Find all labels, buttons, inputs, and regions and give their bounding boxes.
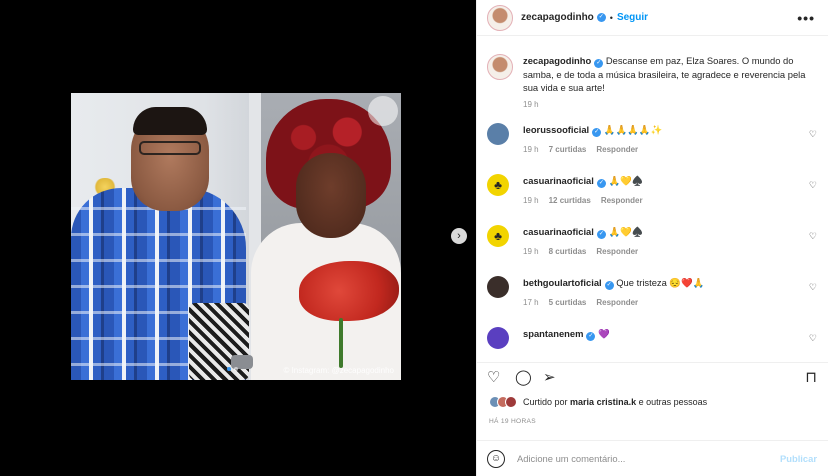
carousel-dots (227, 367, 238, 371)
comment-time: 17 h (523, 298, 539, 307)
comment-avatar[interactable]: ♣ (487, 174, 509, 196)
post-header: zecapagodinho ✓ • Seguir ••• (477, 0, 828, 36)
verified-badge-icon: ✓ (594, 59, 604, 68)
comment-username[interactable]: spantanenem (523, 328, 583, 339)
follow-button[interactable]: Seguir (617, 12, 648, 23)
reply-button[interactable]: Responder (596, 247, 638, 256)
comment-time: 19 h (523, 247, 539, 256)
caption: zecapagodinho ✓ Descanse em paz, Elza Soa… (477, 44, 828, 109)
verified-badge-icon: ✓ (604, 281, 614, 290)
comment-item: bethgoulartoficial ✓ Que tristeza 😔❤️🙏 17… (477, 276, 828, 327)
heart-icon[interactable]: ♡ (809, 231, 817, 242)
comment-item: ♣ casuarinaoficial ✓ 🙏💛♠️ 19 h 8 curtidas R… (477, 225, 828, 276)
caption-body: zecapagodinho ✓ Descanse em paz, Elza Soa… (523, 54, 815, 94)
heart-icon[interactable]: ♡ (809, 129, 817, 140)
comment-time: 19 h (523, 145, 539, 154)
photo-glasses (139, 141, 201, 155)
comment-text: 🙏💛♠️ (608, 226, 644, 237)
comment-text: 💜 (598, 328, 610, 339)
post-timestamp[interactable]: HÁ 19 HORAS (489, 418, 536, 425)
comment-likes[interactable]: 12 curtidas (549, 196, 591, 205)
header-separator: • (609, 12, 613, 23)
likes-user[interactable]: maria cristina.k (570, 397, 636, 407)
comment-likes[interactable]: 8 curtidas (549, 247, 587, 256)
photo-rose-print (299, 261, 399, 321)
heart-icon[interactable]: ♡ (809, 180, 817, 191)
carousel-dot (234, 367, 238, 371)
action-bar: ♡ ◯ ➢ ⊓ (477, 362, 828, 390)
likes-text: Curtido por maria cristina.k e outras pe… (523, 397, 707, 407)
photo-rose-stem (339, 318, 343, 368)
comment-avatar[interactable]: ♣ (487, 225, 509, 247)
likes-summary: Curtido por maria cristina.k e outras pe… (489, 396, 707, 408)
verified-badge-icon: ✓ (596, 179, 606, 188)
instagram-post-modal: © Instagram: @zecapagodinho › zecapagodi… (0, 0, 828, 476)
comments-list[interactable]: zecapagodinho ✓ Descanse em paz, Elza Soa… (477, 44, 828, 360)
emoji-smiley-icon[interactable]: ☺ (487, 449, 505, 468)
photo-overlay-icon (368, 96, 398, 126)
comment-text: 🙏💛♠️ (608, 175, 644, 186)
comment-likes[interactable]: 5 curtidas (549, 298, 587, 307)
bookmark-icon[interactable]: ⊓ (805, 368, 817, 386)
publish-button[interactable]: Publicar (780, 453, 817, 464)
share-paper-plane-icon[interactable]: ➢ (543, 368, 556, 386)
comment-text: Que tristeza 😔❤️🙏 (616, 277, 705, 288)
more-options-icon[interactable]: ••• (797, 10, 815, 26)
comment-time: 19 h (523, 196, 539, 205)
photo-woman-face (296, 153, 366, 238)
comment-item: ♣ casuarinaoficial ✓ 🙏💛♠️ 19 h 12 curtidas… (477, 174, 828, 225)
heart-icon[interactable]: ♡ (809, 282, 817, 293)
comment-username[interactable]: leorussooficial (523, 124, 589, 135)
caption-avatar[interactable] (487, 54, 513, 80)
comment-username[interactable]: casuarinaoficial (523, 226, 594, 237)
verified-badge-icon: ✓ (586, 332, 596, 341)
media-area: © Instagram: @zecapagodinho › (0, 0, 476, 476)
comment-bubble-icon[interactable]: ◯ (515, 368, 532, 386)
carousel-next-button[interactable]: › (451, 228, 467, 244)
comment-username[interactable]: bethgoulartoficial (523, 277, 602, 288)
comment-username[interactable]: casuarinaoficial (523, 175, 594, 186)
author-avatar[interactable] (487, 4, 513, 31)
liker-avatar (505, 396, 517, 408)
likes-suffix[interactable]: e outras pessoas (639, 397, 708, 407)
comment-avatar[interactable] (487, 123, 509, 145)
post-photo[interactable]: © Instagram: @zecapagodinho (71, 93, 401, 380)
comment-input[interactable] (517, 453, 767, 464)
like-heart-icon[interactable]: ♡ (487, 368, 500, 386)
reply-button[interactable]: Responder (601, 196, 643, 205)
post-side-panel: zecapagodinho ✓ • Seguir ••• zecapagodin… (476, 0, 828, 476)
verified-badge-icon: ✓ (592, 128, 602, 137)
author-username[interactable]: zecapagodinho (521, 12, 594, 23)
comment-item: spantanenem ✓ 💜 ♡ (477, 327, 828, 360)
chevron-right-icon: › (457, 230, 461, 242)
liker-avatars[interactable] (489, 396, 517, 408)
comment-text: 🙏🙏🙏🙏✨ (603, 124, 663, 135)
verified-badge-icon: ✓ (596, 230, 606, 239)
comment-likes[interactable]: 7 curtidas (549, 145, 587, 154)
heart-icon[interactable]: ♡ (809, 333, 817, 344)
reply-button[interactable]: Responder (596, 145, 638, 154)
comment-item: leorussooficial ✓ 🙏🙏🙏🙏✨ 19 h 7 curtidas Res… (477, 123, 828, 174)
comment-avatar[interactable] (487, 276, 509, 298)
comment-avatar[interactable] (487, 327, 509, 349)
likes-prefix: Curtido por (523, 397, 568, 407)
photo-man-hair (133, 107, 207, 135)
verified-badge-icon: ✓ (596, 13, 606, 22)
photo-credit: © Instagram: @zecapagodinho (283, 366, 394, 375)
caption-username[interactable]: zecapagodinho (523, 55, 591, 66)
caption-time: 19 h (523, 100, 539, 109)
add-comment-bar: ☺ Publicar (477, 440, 828, 476)
carousel-dot (227, 367, 231, 371)
reply-button[interactable]: Responder (596, 298, 638, 307)
